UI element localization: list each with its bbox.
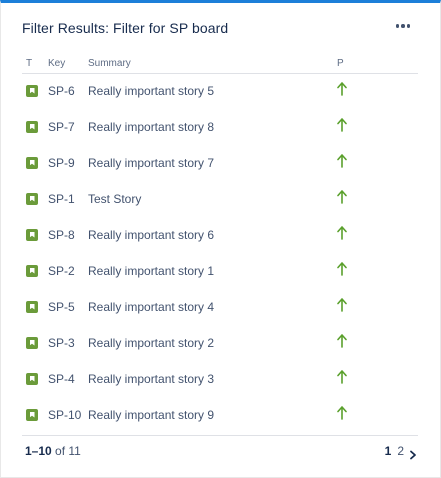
story-icon [26,85,38,97]
story-icon [26,121,38,133]
table-row: SP-6 Really important story 5 [22,73,418,109]
story-icon [26,301,38,313]
issue-key-link[interactable]: SP-3 [48,336,75,350]
issue-summary-link[interactable]: Really important story 2 [88,336,214,350]
issue-summary-link[interactable]: Really important story 6 [88,228,214,242]
issue-summary-link[interactable]: Really important story 1 [88,264,214,278]
issue-summary-link[interactable]: Really important story 7 [88,156,214,170]
arrow-up-icon [337,82,347,96]
issue-key-link[interactable]: SP-6 [48,84,75,98]
arrow-up-icon [337,190,347,204]
table-row: SP-4 Really important story 3 [22,361,418,397]
issue-summary-link[interactable]: Really important story 3 [88,372,214,386]
issue-key-link[interactable]: SP-7 [48,120,75,134]
issue-key-link[interactable]: SP-10 [48,408,81,422]
story-icon [26,373,38,385]
arrow-up-icon [337,154,347,168]
story-icon [26,409,38,421]
issue-key-link[interactable]: SP-4 [48,372,75,386]
table-header: T Key Summary P [22,58,418,74]
more-options-button[interactable] [392,16,414,36]
column-header-key[interactable]: Key [48,58,65,69]
more-horizontal-icon-dot [401,24,405,28]
chevron-right-icon[interactable] [409,450,417,460]
story-icon [26,337,38,349]
pagination: 1 2 [385,444,404,458]
issue-key-link[interactable]: SP-2 [48,264,75,278]
results-total: of 11 [55,444,81,458]
arrow-up-icon [337,226,347,240]
more-horizontal-icon [395,24,400,28]
gadget-header: Filter Results: Filter for SP board [22,20,422,42]
issue-key-link[interactable]: SP-5 [48,300,75,314]
column-header-summary[interactable]: Summary [88,58,131,69]
column-header-priority[interactable]: P [337,58,344,69]
arrow-up-icon [337,118,347,132]
issue-summary-link[interactable]: Really important story 8 [88,120,214,134]
issue-summary-link[interactable]: Really important story 5 [88,84,214,98]
issue-key-link[interactable]: SP-1 [48,192,75,206]
story-icon [26,157,38,169]
issue-summary-link[interactable]: Really important story 4 [88,300,214,314]
results-range: 1–10 [25,444,52,458]
arrow-up-icon [337,298,347,312]
arrow-up-icon [337,406,347,420]
table-row: SP-9 Really important story 7 [22,145,418,181]
arrow-up-icon [337,334,347,348]
story-icon [26,193,38,205]
issue-summary-link[interactable]: Really important story 9 [88,408,214,422]
issue-key-link[interactable]: SP-8 [48,228,75,242]
more-horizontal-icon-dot [406,24,411,28]
column-header-type[interactable]: T [26,58,32,69]
page-2-link[interactable]: 2 [397,444,404,458]
results-table-body: SP-6 Really important story 5 SP-7 Reall… [22,73,418,433]
table-row: SP-7 Really important story 8 [22,109,418,145]
page-1-current: 1 [384,444,392,458]
gadget-title: Filter Results: Filter for SP board [22,20,229,36]
table-row: SP-8 Really important story 6 [22,217,418,253]
table-row: SP-1 Test Story [22,181,418,217]
issue-key-link[interactable]: SP-9 [48,156,75,170]
issue-summary-link[interactable]: Test Story [88,192,141,206]
story-icon [26,265,38,277]
filter-results-gadget: Filter Results: Filter for SP board T Ke… [0,0,441,478]
table-row: SP-2 Really important story 1 [22,253,418,289]
table-row: SP-10 Really important story 9 [22,397,418,433]
results-count: 1–10 of 11 [25,444,81,458]
story-icon [26,229,38,241]
table-row: SP-5 Really important story 4 [22,289,418,325]
arrow-up-icon [337,370,347,384]
arrow-up-icon [337,262,347,276]
table-row: SP-3 Really important story 2 [22,325,418,361]
pagination-footer: 1–10 of 11 1 2 [22,435,418,465]
